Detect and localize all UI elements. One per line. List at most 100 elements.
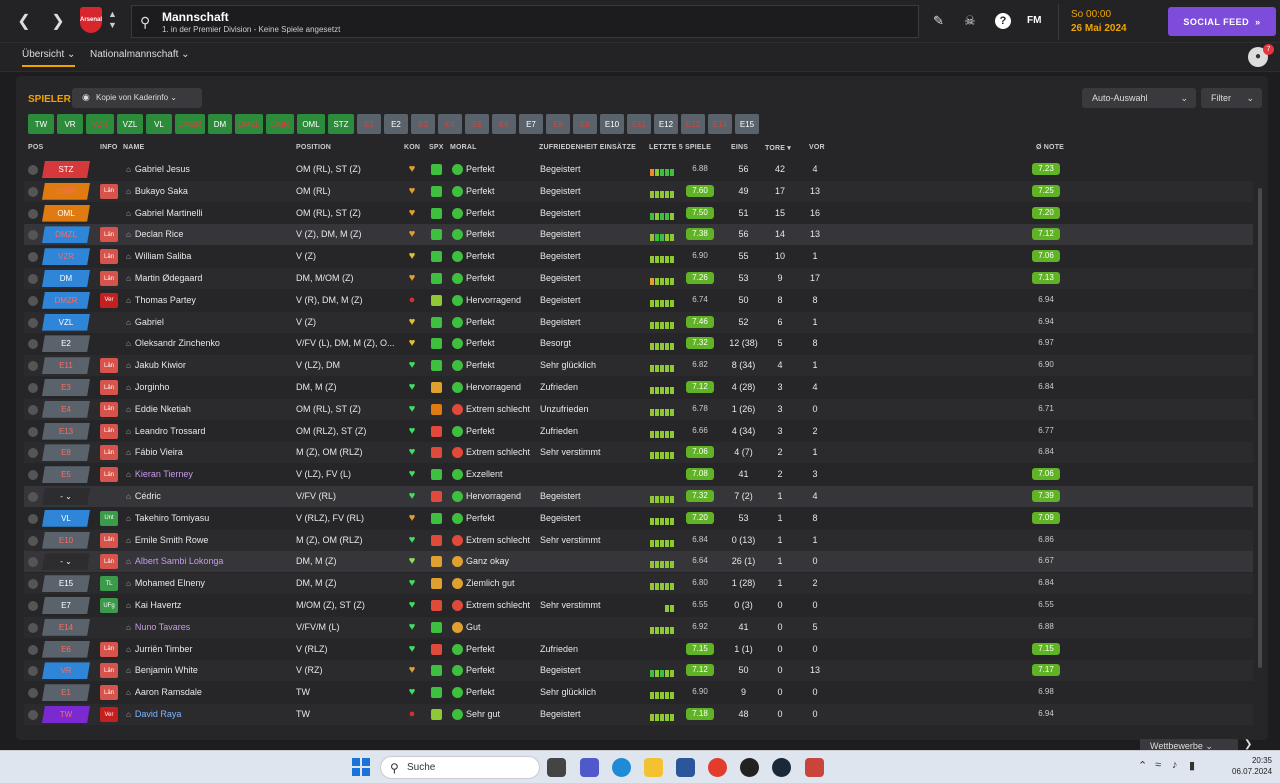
position-chip[interactable]: E10 bbox=[600, 114, 624, 134]
filter-button[interactable]: Filter ⌄ bbox=[1201, 88, 1262, 108]
edit-pencil-icon[interactable]: ✎ bbox=[933, 13, 944, 29]
col-pos[interactable]: POS bbox=[28, 144, 43, 151]
player-name[interactable]: ⌂ Takehiro Tomiyasu bbox=[126, 513, 209, 523]
col-zufriedenheit[interactable]: ZUFRIEDENHEIT EINSÄTZE bbox=[539, 144, 636, 151]
store-icon[interactable] bbox=[676, 758, 695, 777]
select-checkbox[interactable] bbox=[28, 710, 38, 720]
player-name[interactable]: ⌂ Albert Sambi Lokonga bbox=[126, 556, 223, 566]
select-checkbox[interactable] bbox=[28, 557, 38, 568]
auto-select-button[interactable]: Auto-Auswahl ⌄ bbox=[1082, 88, 1196, 108]
position-select[interactable]: E14 bbox=[42, 618, 90, 636]
table-row[interactable]: E5 Län ⌂ Kieran Tierney V (LZ), FV (L) ♥ Exzel… bbox=[24, 464, 1253, 485]
chevron-right-icon[interactable]: ❯ bbox=[1244, 739, 1252, 750]
select-checkbox[interactable] bbox=[28, 601, 38, 611]
table-row[interactable]: E10 Län ⌂ Emile Smith Rowe M (Z), OM (RLZ) ♥ E… bbox=[24, 529, 1253, 551]
select-checkbox[interactable] bbox=[28, 295, 38, 306]
select-checkbox[interactable] bbox=[28, 208, 38, 219]
position-select[interactable]: OML bbox=[42, 204, 90, 222]
position-chip[interactable]: E14 bbox=[708, 114, 732, 134]
position-chip[interactable]: E4 bbox=[438, 114, 462, 134]
player-name[interactable]: ⌂ Thomas Partey bbox=[126, 295, 196, 305]
battery-icon[interactable]: ▮ bbox=[1189, 759, 1195, 772]
view-select[interactable]: ◉ Kopie von Kaderinfo ⌄ bbox=[72, 88, 202, 108]
tab-uebersicht[interactable]: Übersicht ⌄ bbox=[22, 49, 76, 67]
position-select[interactable]: VZR bbox=[42, 248, 90, 266]
select-checkbox[interactable] bbox=[28, 404, 38, 415]
player-name[interactable]: ⌂ Jakub Kiwior bbox=[126, 360, 186, 370]
player-name[interactable]: ⌂ Jorginho bbox=[126, 382, 169, 392]
taskbar-clock[interactable]: 20:35 06.07.2024 bbox=[1232, 755, 1272, 777]
position-chip[interactable]: E15 bbox=[735, 114, 759, 134]
player-name[interactable]: ⌂ Benjamin White bbox=[126, 665, 198, 675]
select-checkbox[interactable] bbox=[28, 535, 38, 546]
social-feed-button[interactable]: SOCIAL FEED » bbox=[1168, 7, 1276, 36]
club-switch-arrows-icon[interactable]: ▲ ▼ bbox=[108, 9, 117, 31]
table-row[interactable]: E6 Län ⌂ Jurriën Timber V (RLZ) ♥ Perfekt Zufri… bbox=[24, 639, 1253, 660]
position-select[interactable]: E6 bbox=[42, 640, 90, 658]
select-checkbox[interactable] bbox=[28, 426, 38, 437]
position-chip[interactable]: E13 bbox=[681, 114, 705, 134]
player-name[interactable]: ⌂ Bukayo Saka bbox=[126, 186, 188, 196]
col-name[interactable]: NAME bbox=[123, 144, 144, 151]
select-checkbox[interactable] bbox=[28, 317, 38, 328]
position-chip[interactable]: DMZL bbox=[235, 114, 263, 134]
table-row[interactable]: VZR Län ⌂ William Saliba V (Z) ♥ Perfekt Begeis… bbox=[24, 246, 1253, 267]
back-arrow-icon[interactable]: ❮ bbox=[10, 8, 38, 34]
select-checkbox[interactable] bbox=[28, 274, 38, 284]
position-chip[interactable]: E6 bbox=[492, 114, 516, 134]
position-chip[interactable]: TW bbox=[28, 114, 54, 134]
file-explorer-icon[interactable] bbox=[644, 758, 663, 777]
position-select[interactable]: E5 bbox=[42, 466, 90, 484]
position-select[interactable]: E13 bbox=[42, 422, 90, 440]
player-name[interactable]: ⌂ Aaron Ramsdale bbox=[126, 687, 202, 697]
position-chip[interactable]: VZR bbox=[86, 114, 114, 134]
select-checkbox[interactable] bbox=[28, 644, 38, 655]
select-checkbox[interactable] bbox=[28, 339, 38, 350]
position-chip[interactable]: E11 bbox=[627, 114, 651, 134]
col-position[interactable]: POSITION bbox=[296, 144, 331, 151]
windows-start-icon[interactable] bbox=[352, 758, 370, 776]
table-row[interactable]: E3 Län ⌂ Jorginho DM, M (Z) ♥ Hervorragend Zufr… bbox=[24, 377, 1253, 398]
player-name[interactable]: ⌂ Kieran Tierney bbox=[126, 469, 193, 479]
player-name[interactable]: ⌂ Declan Rice bbox=[126, 229, 183, 239]
position-select[interactable]: E10 bbox=[42, 531, 90, 549]
table-row[interactable]: DM Län ⌂ Martin Ødegaard DM, M/OM (Z) ♥ Perfek… bbox=[24, 268, 1253, 289]
table-row[interactable]: - ⌄ Län ⌂ Albert Sambi Lokonga DM, M (Z) ♥ Gan… bbox=[24, 551, 1253, 573]
player-name[interactable]: ⌂ Cédric bbox=[126, 491, 161, 501]
table-row[interactable]: TW Ver ⌂ David Raya TW ● Sehr gut Begeistert 7.1… bbox=[24, 704, 1253, 725]
select-checkbox[interactable] bbox=[28, 230, 38, 241]
position-chip[interactable]: E7 bbox=[519, 114, 543, 134]
table-row[interactable]: DMZR Ver ⌂ Thomas Partey V (R), DM, M (Z) ● He… bbox=[24, 290, 1253, 311]
position-chip[interactable]: VL bbox=[146, 114, 172, 134]
tray-chevron-icon[interactable]: ⌃ bbox=[1138, 759, 1147, 772]
player-name[interactable]: ⌂ Martin Ødegaard bbox=[126, 273, 202, 283]
position-select[interactable]: OMR bbox=[42, 182, 90, 200]
position-chip[interactable]: E8 bbox=[546, 114, 570, 134]
scrollbar[interactable] bbox=[1258, 188, 1262, 668]
position-select[interactable]: E3 bbox=[42, 379, 90, 396]
position-chip[interactable]: OML bbox=[297, 114, 325, 134]
position-select[interactable]: STZ bbox=[42, 161, 90, 178]
col-form[interactable]: LETZTE 5 SPIELE bbox=[649, 144, 711, 151]
teams-icon[interactable] bbox=[580, 758, 599, 777]
player-name[interactable]: ⌂ Gabriel Jesus bbox=[126, 164, 190, 174]
position-chip[interactable]: DM bbox=[208, 114, 232, 134]
table-row[interactable]: DMZL Län ⌂ Declan Rice V (Z), DM, M (Z) ♥ Perf… bbox=[24, 224, 1253, 246]
select-checkbox[interactable] bbox=[28, 383, 38, 393]
player-name[interactable]: ⌂ Oleksandr Zinchenko bbox=[126, 338, 220, 348]
table-row[interactable]: STZ ⌂ Gabriel Jesus OM (RL), ST (Z) ♥ Perfekt… bbox=[24, 159, 1253, 180]
table-row[interactable]: E4 Län ⌂ Eddie Nketiah OM (RL), ST (Z) ♥ Extre… bbox=[24, 398, 1253, 420]
table-row[interactable]: OML ⌂ Gabriel Martinelli OM (RL), ST (Z) ♥ Pe… bbox=[24, 203, 1253, 224]
select-checkbox[interactable] bbox=[28, 688, 38, 699]
col-eins[interactable]: EINS bbox=[731, 144, 748, 151]
position-chip[interactable]: E12 bbox=[654, 114, 678, 134]
speaker-icon[interactable]: ♪ bbox=[1172, 759, 1178, 771]
position-chip[interactable]: E5 bbox=[465, 114, 489, 134]
task-view-icon[interactable] bbox=[547, 758, 566, 777]
forward-arrow-icon[interactable]: ❯ bbox=[44, 8, 72, 34]
snipping-tool-icon[interactable] bbox=[805, 758, 824, 777]
steam-icon[interactable] bbox=[772, 758, 791, 777]
select-checkbox[interactable] bbox=[28, 165, 38, 175]
table-row[interactable]: E15 TL ⌂ Mohamed Elneny DM, M (Z) ♥ Ziemlich g… bbox=[24, 573, 1253, 595]
search-box[interactable]: ⚲ Mannschaft 1. in der Premier Division … bbox=[131, 5, 919, 38]
